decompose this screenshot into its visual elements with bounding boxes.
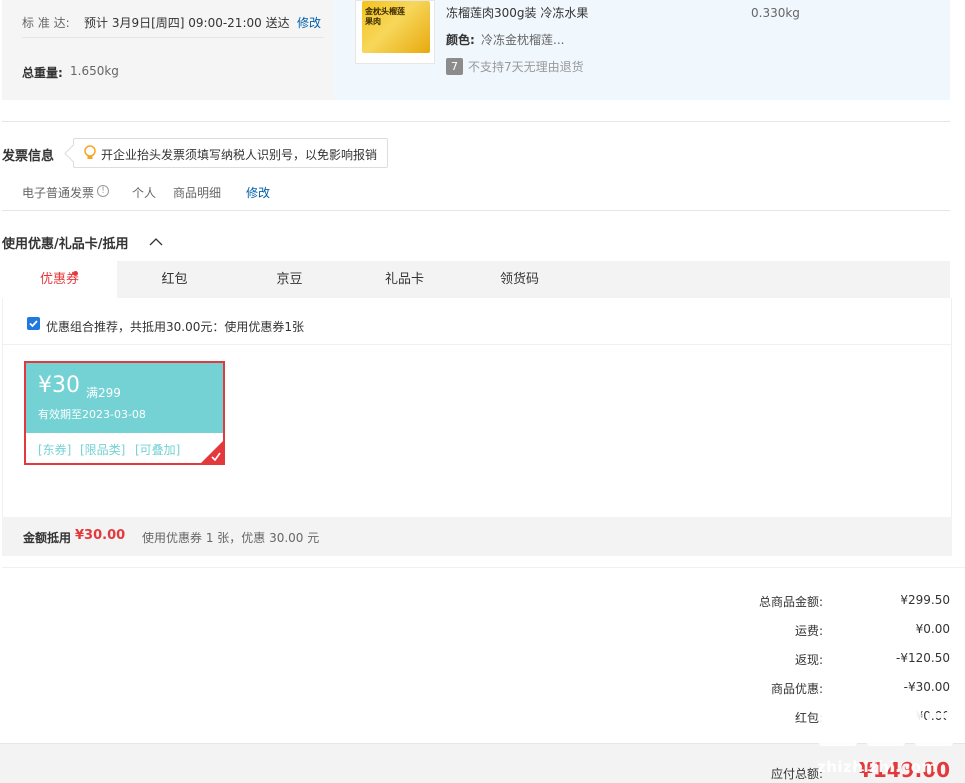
selected-check-icon — [211, 452, 221, 461]
product-discount-value: -¥30.00 — [903, 680, 950, 694]
invoice-tip-text: 开企业抬头发票须填写纳税人识别号，以免影响报销 — [101, 148, 378, 162]
return-policy-text: 不支持7天无理由退货 — [468, 60, 584, 74]
product-color-label: 颜色: — [446, 33, 475, 47]
product-color-value: 冷冻金枕榴莲... — [481, 33, 565, 47]
delivery-modify-link[interactable]: 修改 — [297, 14, 321, 31]
tab-gift-card[interactable]: 礼品卡 — [347, 261, 462, 298]
section-divider — [2, 567, 965, 568]
invoice-title: 发票信息 — [2, 149, 55, 164]
watermark-glyph — [819, 700, 857, 746]
coupon-divider — [3, 344, 951, 345]
coupon-validity: 有效期至2023-03-08 — [38, 408, 146, 421]
discount-tabs: 优惠券 红包 京豆 礼品卡 领货码 — [2, 261, 950, 298]
product-name[interactable]: 冻榴莲肉300g装 冷冻水果 — [446, 4, 588, 21]
tab-pickup-code[interactable]: 领货码 — [462, 261, 577, 298]
coupon-tag-jd: [东券] — [38, 443, 72, 457]
info-icon[interactable]: ! — [97, 185, 109, 197]
tab-jingdou[interactable]: 京豆 — [232, 261, 347, 298]
coupon-card[interactable]: ¥30 满299 有效期至2023-03-08 [东券] [限品类] [可叠加] — [24, 361, 225, 465]
total-goods-value: ¥299.50 — [900, 593, 950, 607]
discounts-title[interactable]: 使用优惠/礼品卡/抵用 — [2, 233, 129, 252]
chevron-up-icon[interactable] — [149, 237, 163, 246]
tab-coupons[interactable]: 优惠券 — [2, 261, 117, 298]
watermark-glyph — [867, 700, 905, 746]
invoice-title-type: 个人 — [132, 186, 157, 200]
total-weight-value: 1.650kg — [70, 64, 119, 78]
thumbnail-text: 金枕头榴莲果肉 — [365, 7, 405, 26]
new-dot-icon — [73, 271, 78, 276]
total-weight-label: 总重量: — [22, 66, 63, 80]
standard-delivery-text: 预计 3月9日[周四] 09:00-21:00 送达 — [84, 16, 290, 30]
standard-delivery-label: 标 准 达: — [22, 16, 70, 30]
summary-text: 使用优惠券 1 张，优惠 30.00 元 — [142, 531, 320, 545]
watermark-text: zhizhizhi.com — [817, 758, 938, 776]
coupon-tag-category: [限品类] — [80, 443, 126, 457]
watermark: zhizhizhi.com — [815, 700, 965, 783]
section-divider — [2, 210, 950, 211]
no-return-icon: 7 — [446, 58, 463, 75]
combo-text: 优惠组合推荐，共抵用30.00元：使用优惠券1张 — [46, 320, 304, 334]
section-divider — [2, 121, 950, 122]
lightbulb-icon — [84, 145, 96, 159]
tab-red-packet[interactable]: 红包 — [117, 261, 232, 298]
product-weight: 0.330kg — [751, 6, 800, 20]
invoice-type: 电子普通发票 — [22, 186, 95, 200]
product-thumbnail[interactable]: 金枕头榴莲果肉 — [355, 0, 435, 64]
discount-summary: 金额抵用 ¥30.00 使用优惠券 1 张，优惠 30.00 元 — [2, 517, 952, 556]
shipping-label: 运费: — [794, 624, 823, 638]
invoice-tip: 开企业抬头发票须填写纳税人识别号，以免影响报销 — [73, 138, 388, 168]
coupon-tag-stackable: [可叠加] — [135, 443, 181, 457]
total-goods-label: 总商品金额: — [758, 595, 823, 609]
check-icon — [29, 320, 38, 328]
cashback-value: -¥120.50 — [896, 651, 950, 665]
combo-checkbox[interactable] — [27, 317, 40, 330]
coupon-amount: ¥30 — [38, 373, 80, 398]
shipping-value: ¥0.00 — [915, 622, 950, 636]
summary-amount: ¥30.00 — [75, 528, 126, 543]
summary-label: 金额抵用 — [23, 531, 72, 545]
watermark-glyph — [915, 700, 953, 746]
coupon-condition: 满299 — [86, 386, 121, 400]
invoice-modify-link[interactable]: 修改 — [246, 184, 270, 201]
invoice-content: 商品明细 — [173, 186, 222, 200]
delivery-divider — [22, 37, 324, 38]
product-discount-label: 商品优惠: — [770, 682, 823, 696]
cashback-label: 返现: — [794, 653, 823, 667]
